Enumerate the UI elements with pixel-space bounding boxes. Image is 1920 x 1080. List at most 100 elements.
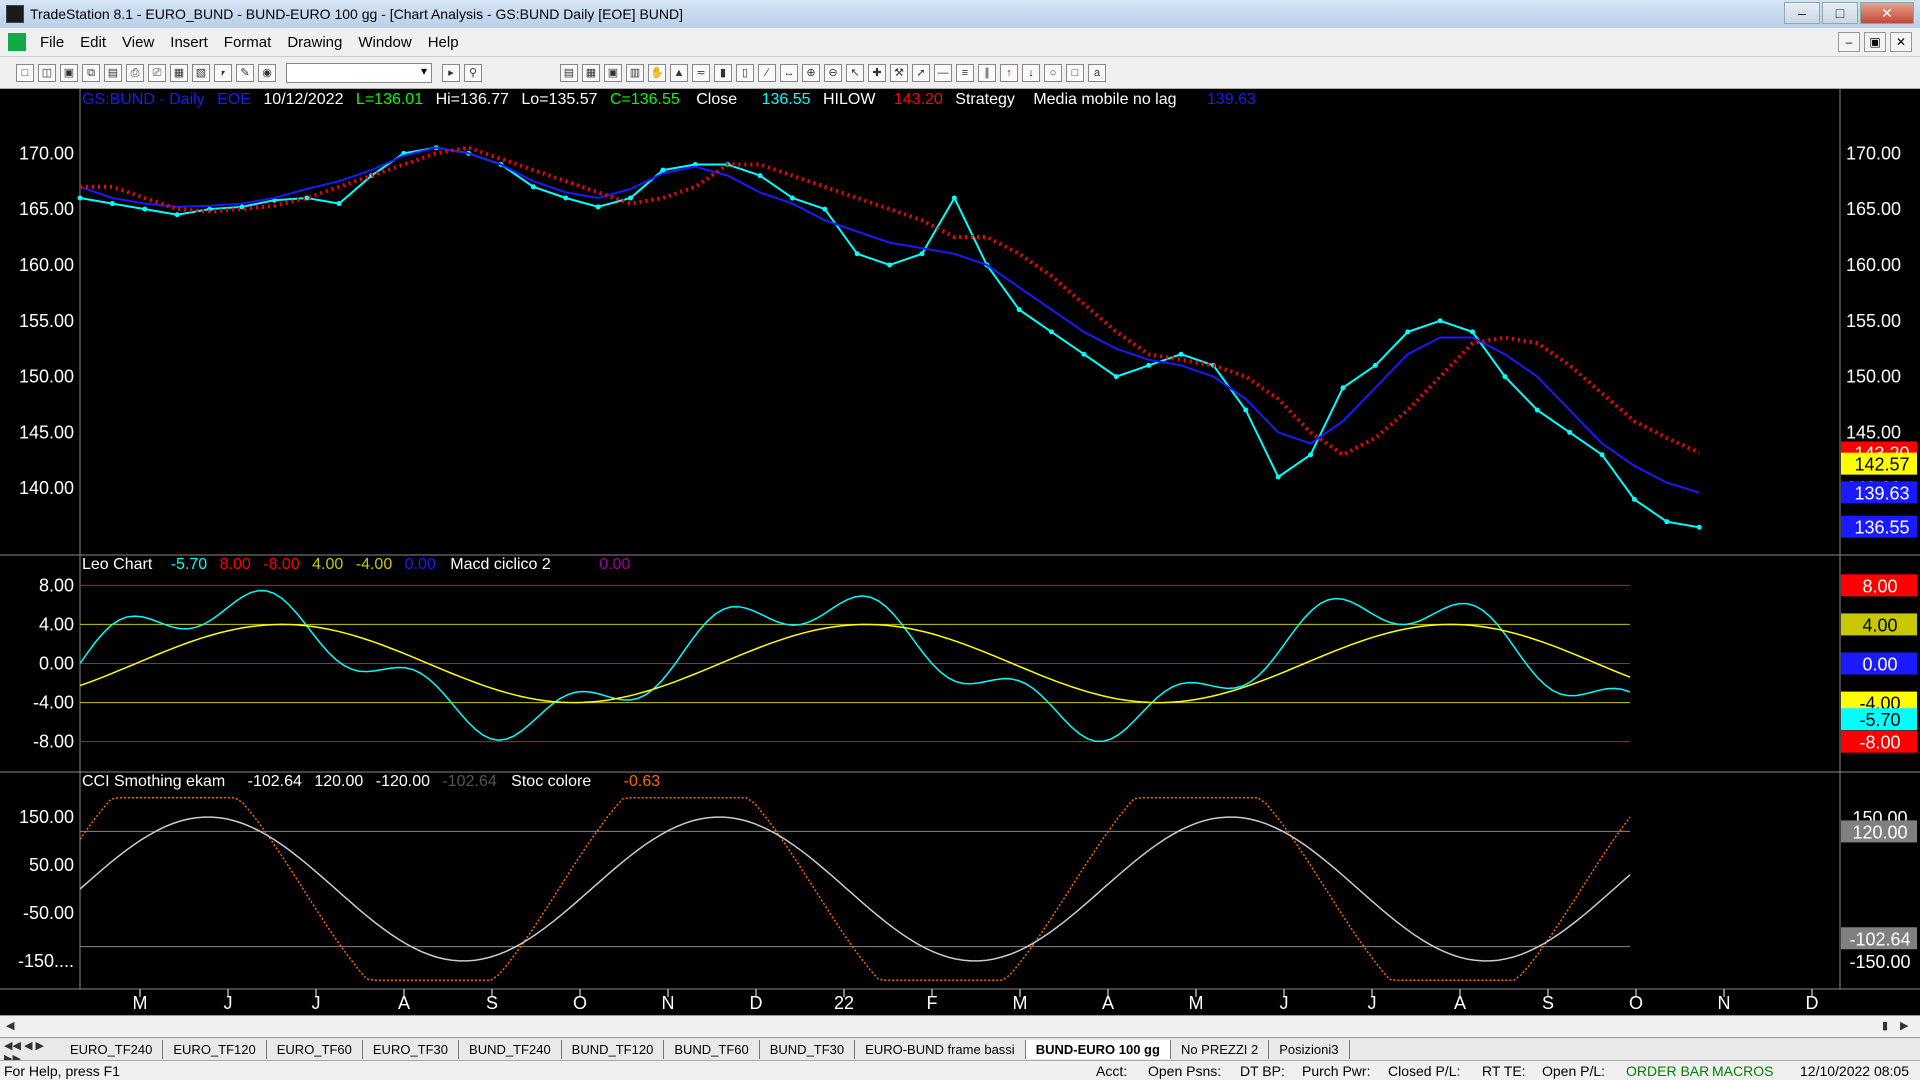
zoom-out-icon[interactable]: ⊖ <box>824 63 842 82</box>
price-tick-label-left: 165.00 <box>19 199 74 219</box>
menu-window[interactable]: Window <box>350 34 419 51</box>
arrow-down-icon[interactable]: ↓ <box>1022 63 1040 82</box>
tools-icon[interactable]: ⚒ <box>890 63 908 82</box>
tab-posizioni3[interactable]: Posizioni3 <box>1269 1039 1350 1059</box>
crosshair-icon[interactable]: ✚ <box>868 63 886 82</box>
macd-value-2: 8.00 <box>219 556 251 573</box>
hand-icon[interactable]: ✋ <box>648 63 666 82</box>
status-order-bar[interactable]: ORDER BAR <box>1626 1063 1709 1079</box>
save-icon[interactable]: ▣ <box>60 63 78 82</box>
tab-navigation-arrows[interactable]: ◀◀ ◀ ▶ ▶▶ <box>0 1039 60 1065</box>
close-point <box>1534 407 1540 413</box>
maximize-button[interactable]: □ <box>1822 2 1858 24</box>
cci-tick-label: 50.00 <box>29 855 74 875</box>
tab-euro-tf120[interactable]: EURO_TF120 <box>163 1039 267 1059</box>
tab-bund-tf60[interactable]: BUND_TF60 <box>664 1039 760 1059</box>
print-icon[interactable]: ⎙ <box>126 63 144 82</box>
pointer-icon[interactable]: ↖ <box>846 63 864 82</box>
go-arrow-icon[interactable]: ▸ <box>442 63 460 82</box>
text-icon[interactable]: a <box>1088 63 1106 82</box>
drawing-icon[interactable]: ✎ <box>236 63 254 82</box>
lock-icon[interactable]: ⎖ <box>214 63 232 82</box>
price-tick-label-right: 165.00 <box>1846 199 1901 219</box>
status-macros[interactable]: MACROS <box>1712 1063 1773 1079</box>
scroll-left-icon[interactable]: ◀ <box>6 1019 20 1033</box>
menu-edit[interactable]: Edit <box>72 34 114 51</box>
candle-icon[interactable]: ▯ <box>736 63 754 82</box>
menu-drawing[interactable]: Drawing <box>279 34 350 51</box>
find-icon[interactable]: ⚲ <box>464 63 482 82</box>
tab-bund-tf240[interactable]: BUND_TF240 <box>459 1039 562 1059</box>
tab-bund-tf120[interactable]: BUND_TF120 <box>562 1039 665 1059</box>
tab-no-prezzi-2[interactable]: No PREZZI 2 <box>1171 1039 1270 1059</box>
table-icon[interactable]: ▣ <box>604 63 622 82</box>
chart-icon[interactable]: ▤ <box>560 63 578 82</box>
menu-format[interactable]: Format <box>216 34 280 51</box>
ellipse-icon[interactable]: ○ <box>1044 63 1062 82</box>
window-icon[interactable]: ▦ <box>170 63 188 82</box>
close-point <box>822 206 828 212</box>
tab-bund-tf30[interactable]: BUND_TF30 <box>760 1039 856 1059</box>
cci-name: CCI Smothing ekam <box>82 773 226 790</box>
tab-euro-tf240[interactable]: EURO_TF240 <box>60 1039 164 1059</box>
indicator-icon[interactable]: ≂ <box>692 63 710 82</box>
globe-icon[interactable]: ◉ <box>258 63 276 82</box>
macd-value-5: -4.00 <box>355 556 393 573</box>
price-tick-label-right: 170.00 <box>1846 143 1901 163</box>
time-axis-label: M <box>1189 993 1204 1013</box>
scroll-thumb-icon[interactable]: ▮ <box>1882 1019 1896 1033</box>
news-icon[interactable]: ▥ <box>626 63 644 82</box>
close-point <box>789 195 795 201</box>
menu-view[interactable]: View <box>114 34 162 51</box>
price-value-badge-label: 136.55 <box>1854 518 1909 538</box>
horizontal-scrollbar[interactable]: ◀ ▮ ▶ <box>0 1015 1920 1037</box>
fib-icon[interactable]: ≡ <box>956 63 974 82</box>
strategy-icon[interactable]: ▲ <box>670 63 688 82</box>
paste-icon[interactable]: ▤ <box>104 63 122 82</box>
close-point <box>1437 318 1443 324</box>
tab-euro-tf60[interactable]: EURO_TF60 <box>267 1039 363 1059</box>
menu-file[interactable]: File <box>32 34 72 51</box>
close-point <box>239 204 245 210</box>
minimize-button[interactable]: – <box>1784 2 1820 24</box>
high-label: Hi=136.77 <box>435 91 509 108</box>
horizontal-line-icon[interactable]: — <box>934 63 952 82</box>
strategy-label: Strategy <box>955 91 1015 108</box>
grid-icon[interactable]: ▦ <box>582 63 600 82</box>
scroll-right-icon[interactable]: ▶ <box>1900 1019 1914 1033</box>
tab-euro-tf30[interactable]: EURO_TF30 <box>363 1039 460 1059</box>
price-series-hilow <box>80 145 1701 458</box>
cci-value-3: -120.00 <box>375 773 430 790</box>
mdi-restore-button[interactable]: ▣ <box>1864 32 1886 52</box>
rectangle-icon[interactable]: □ <box>1066 63 1084 82</box>
mdi-minimize-button[interactable]: – <box>1838 32 1860 52</box>
new-icon[interactable]: □ <box>16 63 34 82</box>
channel-icon[interactable]: ∥ <box>978 63 996 82</box>
chart-area[interactable]: 170.00 170.00 165.00 165.00 160.00 160.00 155.… <box>0 89 1920 1015</box>
trendline-icon[interactable]: ➚ <box>912 63 930 82</box>
price-chart-svg[interactable]: 170.00 170.00 165.00 165.00 160.00 160.00 155.… <box>0 89 1920 1015</box>
window-tile-icon[interactable]: ▧ <box>192 63 210 82</box>
open-icon[interactable]: ◫ <box>38 63 56 82</box>
copy-icon[interactable]: ⧉ <box>82 63 100 82</box>
close-indicator-label: Close <box>696 91 738 108</box>
macd-tick-label: 0.00 <box>39 654 74 674</box>
zoom-in-icon[interactable]: ⊕ <box>802 63 820 82</box>
pan-icon[interactable]: ↔ <box>780 63 798 82</box>
tab-bund-euro-100-gg[interactable]: BUND-EURO 100 gg <box>1025 1039 1171 1059</box>
line-icon[interactable]: ∕ <box>758 63 776 82</box>
mdi-close-button[interactable]: ✕ <box>1890 32 1912 52</box>
price-tick-label-left: 140.00 <box>19 478 74 498</box>
menu-insert[interactable]: Insert <box>162 34 216 51</box>
close-button[interactable]: ✕ <box>1860 2 1914 24</box>
document-icon[interactable] <box>8 33 26 51</box>
close-point <box>1405 329 1411 335</box>
bar-chart-icon[interactable]: ▮ <box>714 63 732 82</box>
print-preview-icon[interactable]: ⎚ <box>148 63 166 82</box>
symbol-combo[interactable]: ▾ <box>286 62 432 83</box>
tab-euro-bund-frame-bassi[interactable]: EURO-BUND frame bassi <box>855 1039 1026 1059</box>
macd-value-1: -5.70 <box>170 556 208 573</box>
menu-help[interactable]: Help <box>420 34 467 51</box>
arrow-up-icon[interactable]: ↑ <box>1000 63 1018 82</box>
price-tick-label-left: 160.00 <box>19 255 74 275</box>
